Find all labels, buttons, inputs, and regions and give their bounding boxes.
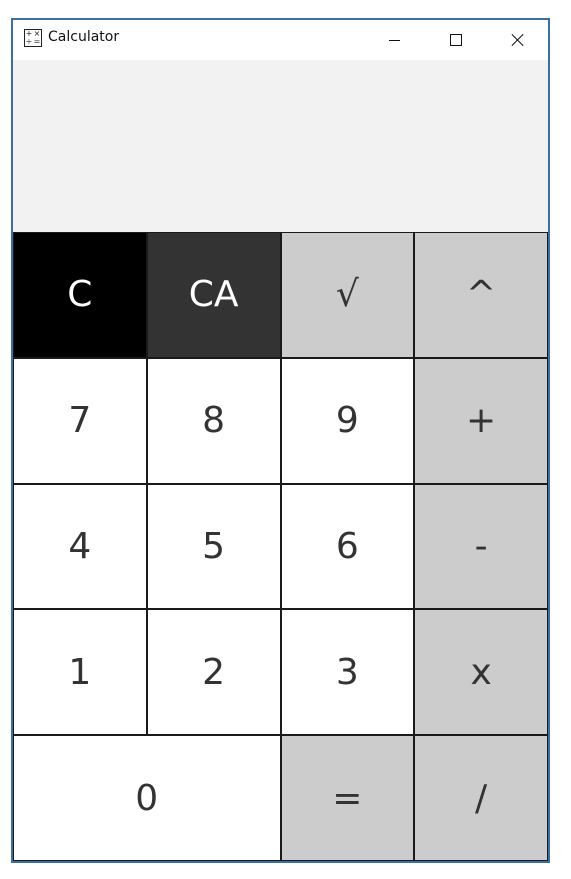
equals-button[interactable]: =	[280, 735, 415, 861]
clear-all-button[interactable]: CA	[146, 232, 281, 358]
minimize-button[interactable]	[371, 20, 417, 60]
result-display	[13, 60, 548, 232]
power-button[interactable]: ^	[414, 232, 548, 358]
digit-7-button[interactable]: 7	[13, 357, 147, 484]
window-title: Calculator	[48, 29, 120, 45]
app-icon-glyph: =	[33, 37, 41, 46]
divide-button[interactable]: /	[414, 735, 548, 861]
clear-button[interactable]: C	[13, 232, 147, 358]
add-button[interactable]: +	[414, 357, 548, 484]
digit-4-button[interactable]: 4	[13, 483, 147, 610]
digit-2-button[interactable]: 2	[146, 609, 281, 736]
digit-9-button[interactable]: 9	[280, 357, 415, 484]
subtract-button[interactable]: -	[414, 483, 548, 610]
maximize-button[interactable]	[433, 20, 479, 60]
digit-1-button[interactable]: 1	[13, 609, 147, 736]
calculator-window: + × ÷ = Calculator C CA √ ^ 7 8 9 + 4 5 …	[11, 18, 550, 863]
close-button[interactable]	[495, 20, 541, 60]
square-root-button[interactable]: √	[280, 232, 415, 358]
minimize-icon	[388, 39, 400, 41]
close-icon	[512, 34, 524, 46]
app-icon-glyph: ÷	[25, 37, 33, 46]
digit-6-button[interactable]: 6	[280, 483, 415, 610]
digit-5-button[interactable]: 5	[146, 483, 281, 610]
digit-8-button[interactable]: 8	[146, 357, 281, 484]
title-bar[interactable]: + × ÷ = Calculator	[13, 20, 548, 60]
keypad: C CA √ ^ 7 8 9 + 4 5 6 - 1 2 3 x 0 = /	[13, 232, 548, 861]
multiply-button[interactable]: x	[414, 609, 548, 736]
calculator-app-icon: + × ÷ =	[24, 29, 42, 47]
digit-0-button[interactable]: 0	[13, 735, 281, 861]
digit-3-button[interactable]: 3	[280, 609, 415, 736]
maximize-icon	[450, 34, 462, 46]
